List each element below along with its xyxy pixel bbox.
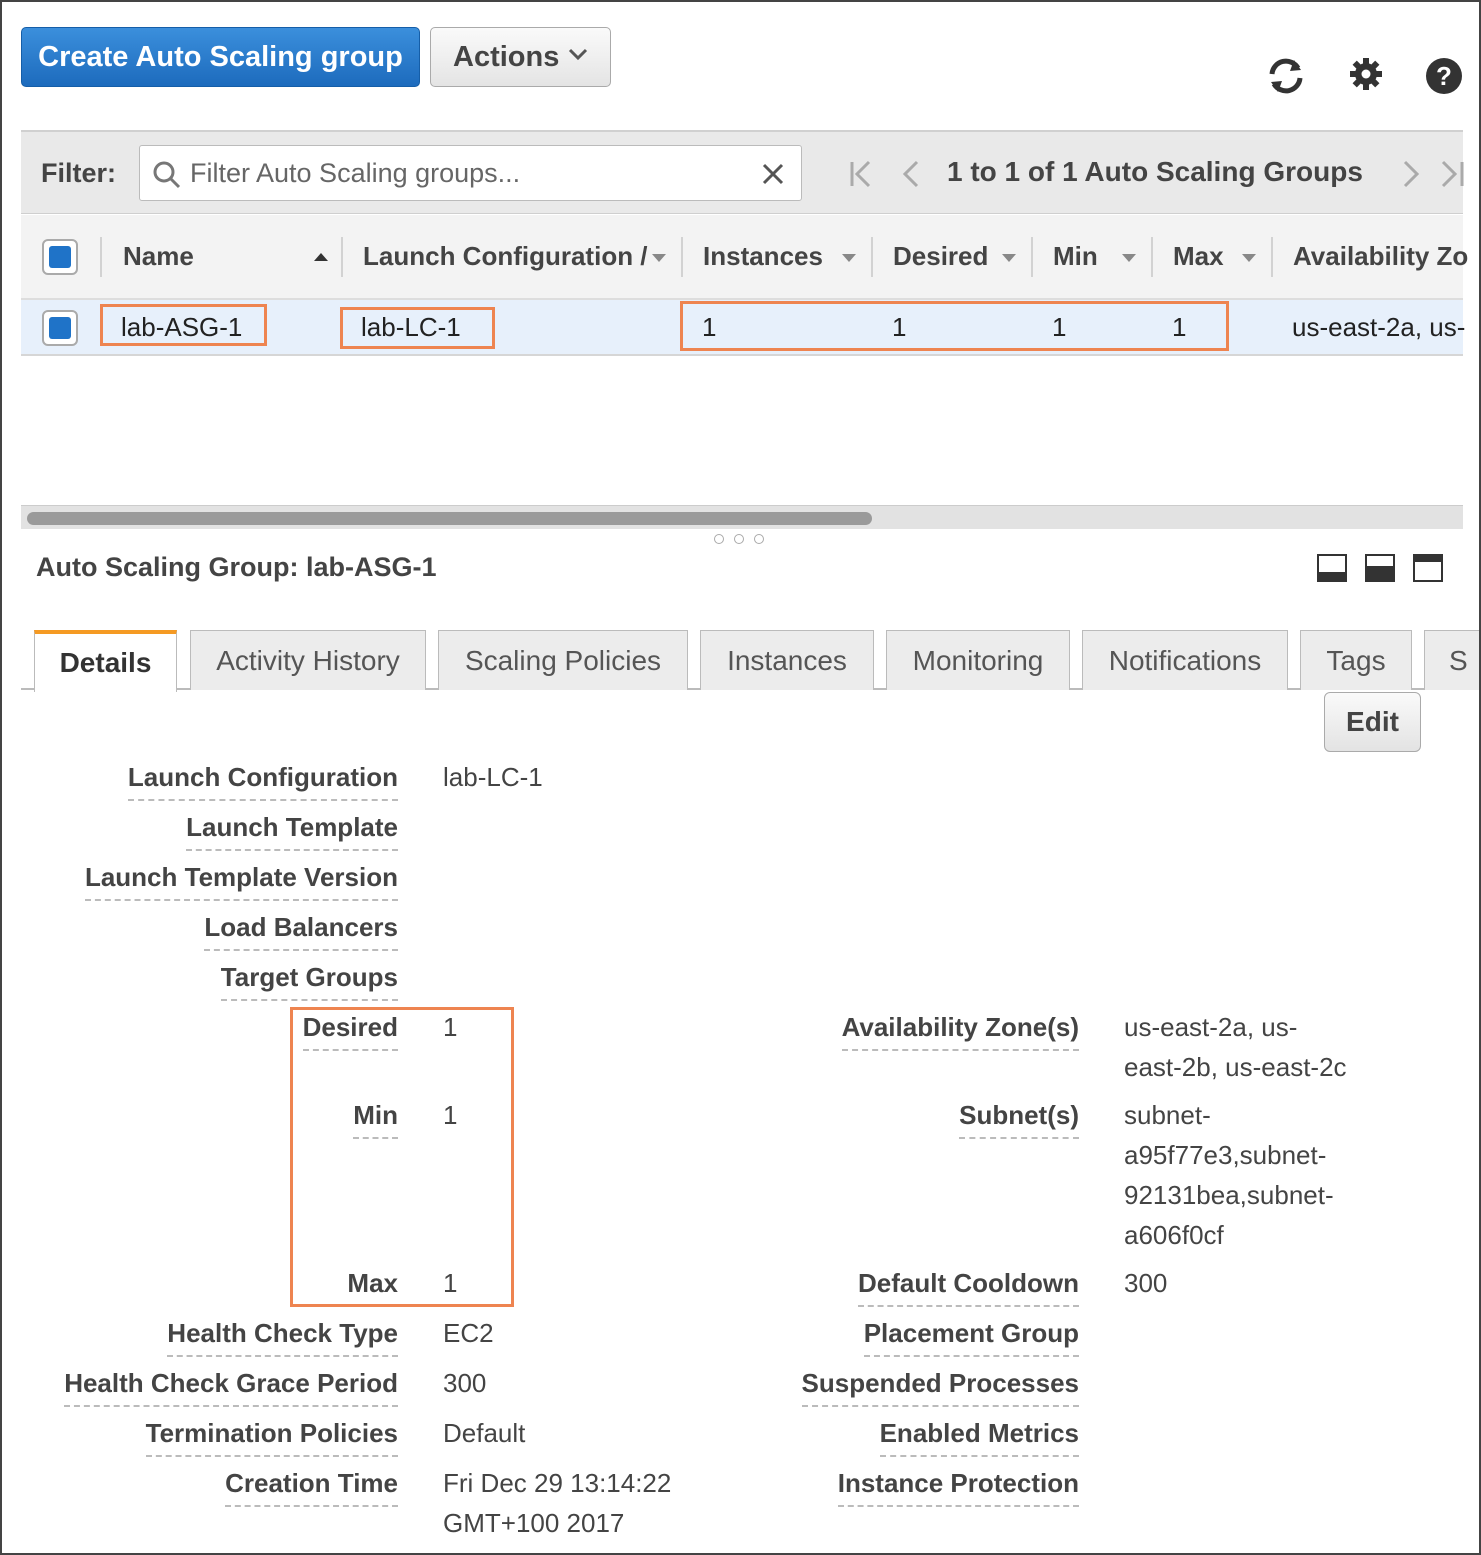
search-icon (153, 161, 181, 189)
label-health-check-type: Health Check Type (167, 1318, 398, 1357)
tab-scaling-policies[interactable]: Scaling Policies (438, 630, 688, 690)
column-header-instances[interactable]: Instances (703, 241, 823, 272)
help-icon[interactable]: ? (1424, 54, 1468, 98)
filter-box (139, 145, 802, 201)
gear-icon[interactable] (1346, 54, 1390, 98)
label-load-balancers: Load Balancers (204, 912, 398, 951)
resize-handle[interactable] (714, 534, 764, 544)
value-availability-zones: us-east-2a, us- east-2b, us-east-2c (1124, 1012, 1347, 1082)
label-default-cooldown: Default Cooldown (858, 1268, 1079, 1307)
previous-page-icon[interactable] (897, 158, 927, 190)
last-page-icon[interactable] (1437, 158, 1467, 190)
label-availability-zones: Availability Zone(s) (841, 1012, 1079, 1051)
label-suspended-processes: Suspended Processes (801, 1368, 1079, 1407)
sort-ascending-icon[interactable] (313, 251, 329, 263)
sort-caret-icon[interactable] (1121, 253, 1137, 263)
label-enabled-metrics: Enabled Metrics (879, 1418, 1079, 1457)
sort-caret-icon[interactable] (1241, 253, 1257, 263)
clear-icon[interactable] (761, 162, 785, 186)
label-termination-policies: Termination Policies (145, 1418, 398, 1457)
value-launch-configuration: lab-LC-1 (443, 762, 543, 792)
table-header: Name Launch Configuration / Instances De… (21, 215, 1468, 300)
sort-caret-icon[interactable] (841, 253, 857, 263)
column-header-min[interactable]: Min (1053, 241, 1098, 272)
column-header-desired[interactable]: Desired (893, 241, 988, 272)
label-launch-configuration: Launch Configuration (127, 762, 398, 801)
highlight-box (340, 307, 495, 349)
highlight-box (290, 1007, 514, 1307)
cell-availability-zones: us-east-2a, us- (1292, 312, 1466, 342)
label-creation-time: Creation Time (225, 1468, 398, 1507)
actions-button[interactable]: Actions (430, 27, 611, 87)
select-all-checkbox[interactable] (42, 239, 78, 275)
value-termination-policies: Default (443, 1418, 526, 1448)
refresh-icon[interactable] (1264, 54, 1308, 98)
panel-maximize-icon[interactable] (1413, 554, 1443, 582)
tab-details[interactable]: Details (34, 630, 177, 692)
column-header-name[interactable]: Name (123, 241, 194, 272)
scrollbar-thumb[interactable] (27, 512, 872, 525)
value-creation-time: Fri Dec 29 13:14:22 GMT+100 2017 (443, 1468, 672, 1538)
horizontal-scrollbar[interactable] (21, 505, 1463, 529)
tab-tags[interactable]: Tags (1300, 630, 1412, 690)
panel-minimize-icon[interactable] (1317, 554, 1347, 582)
app-frame: Create Auto Scaling group Actions ? Filt… (0, 0, 1481, 1555)
column-header-launch-configuration[interactable]: Launch Configuration / (363, 241, 648, 272)
first-page-icon[interactable] (847, 158, 877, 190)
label-launch-template: Launch Template (186, 812, 398, 851)
filter-input[interactable] (190, 146, 750, 200)
highlight-box (100, 304, 267, 346)
create-auto-scaling-group-button[interactable]: Create Auto Scaling group (21, 27, 420, 87)
actions-label: Actions (453, 40, 560, 73)
label-subnets: Subnet(s) (959, 1100, 1079, 1139)
svg-text:?: ? (1436, 61, 1452, 91)
label-placement-group: Placement Group (863, 1318, 1079, 1357)
tab-activity-history[interactable]: Activity History (190, 630, 426, 690)
edit-button[interactable]: Edit (1324, 692, 1421, 752)
value-subnets: subnet- a95f77e3,subnet- 92131bea,subnet… (1124, 1100, 1334, 1250)
highlight-box (680, 301, 1229, 351)
tab-notifications[interactable]: Notifications (1082, 630, 1288, 690)
label-instance-protection: Instance Protection (837, 1468, 1079, 1507)
next-page-icon[interactable] (1395, 158, 1425, 190)
tab-instances[interactable]: Instances (700, 630, 874, 690)
sort-caret-icon[interactable] (651, 253, 667, 263)
label-health-check-grace-period: Health Check Grace Period (64, 1368, 398, 1407)
column-header-availability-zones[interactable]: Availability Zo (1293, 241, 1468, 272)
filter-label: Filter: (41, 158, 117, 188)
column-header-max[interactable]: Max (1173, 241, 1224, 272)
row-checkbox[interactable] (42, 310, 78, 346)
sort-caret-icon[interactable] (1001, 253, 1017, 263)
label-target-groups: Target Groups (220, 962, 398, 1001)
detail-panel-title: Auto Scaling Group: lab-ASG-1 (36, 552, 437, 582)
tab-scheduled-actions[interactable]: S (1424, 630, 1479, 690)
label-launch-template-version: Launch Template Version (84, 862, 398, 901)
pagination-text: 1 to 1 of 1 Auto Scaling Groups (947, 156, 1363, 187)
value-default-cooldown: 300 (1124, 1268, 1168, 1298)
value-health-check-type: EC2 (443, 1318, 494, 1348)
tab-monitoring[interactable]: Monitoring (886, 630, 1070, 690)
panel-split-icon[interactable] (1365, 554, 1395, 582)
filter-bar: Filter: 1 to 1 of 1 Auto Scaling Groups (21, 130, 1464, 214)
value-health-check-grace-period: 300 (443, 1368, 487, 1398)
chevron-down-icon (568, 48, 588, 61)
